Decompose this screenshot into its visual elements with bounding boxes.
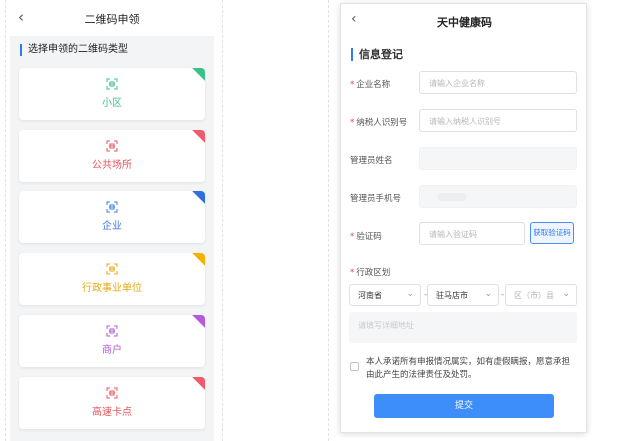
qr-type-card[interactable]: 企业 bbox=[19, 191, 205, 243]
section-title: 信息登记 bbox=[351, 48, 403, 61]
province-value: 河南省 bbox=[358, 291, 382, 300]
qr-code-icon bbox=[106, 201, 118, 213]
admin-name-field bbox=[419, 147, 577, 170]
label-text: 验证码 bbox=[356, 232, 382, 242]
agree-checkbox[interactable] bbox=[350, 362, 359, 371]
company-name-input[interactable]: 请输入企业名称 bbox=[419, 71, 577, 94]
county-value: 区（市）县 bbox=[514, 291, 554, 300]
required-mark: * bbox=[350, 232, 355, 242]
label-text: 企业名称 bbox=[356, 80, 391, 90]
qr-type-label: 公共场所 bbox=[92, 160, 132, 171]
qr-type-label: 小区 bbox=[102, 98, 122, 109]
verify-code-input[interactable]: 请输入验证码 bbox=[419, 222, 525, 245]
qr-code-icon bbox=[106, 325, 118, 337]
admin-phone-label: 管理员手机号 bbox=[350, 194, 402, 204]
qr-type-label: 高速卡点 bbox=[92, 407, 132, 418]
qr-code-icon bbox=[106, 140, 118, 152]
agreement-text: 本人承诺所有申报情况属实，如有虚假瞒报，愿意承担由此产生的法律责任及处罚。 bbox=[366, 357, 571, 380]
corner-tag-icon bbox=[192, 253, 205, 266]
qr-type-card[interactable]: 商户 bbox=[19, 315, 205, 367]
chevron-down-icon: ⌄ bbox=[406, 289, 414, 299]
qr-type-label: 商户 bbox=[102, 345, 122, 356]
address-input[interactable]: 请填写详细地址 bbox=[349, 312, 577, 343]
chevron-down-icon: ⌄ bbox=[484, 289, 492, 299]
section-title: 选择申领的二维码类型 bbox=[20, 44, 128, 56]
city-select[interactable]: 驻马店市 ⌄ bbox=[427, 284, 499, 306]
get-code-button[interactable]: 获取验证码 bbox=[530, 222, 574, 244]
page: ‹ 二维码申领 选择申领的二维码类型 小区 公共场所 企业 行政事业单位 商户 高速卡点 … bbox=[0, 0, 640, 441]
separator: - bbox=[501, 290, 505, 300]
label-text: 纳税人识别号 bbox=[356, 118, 408, 128]
qr-code-icon bbox=[106, 263, 118, 275]
corner-tag-icon bbox=[192, 68, 205, 81]
corner-tag-icon bbox=[192, 191, 205, 204]
qr-type-card[interactable]: 小区 bbox=[19, 68, 205, 120]
qr-type-card[interactable]: 公共场所 bbox=[19, 130, 205, 182]
tax-id-input[interactable]: 请输入纳税人识别号 bbox=[419, 109, 577, 132]
admin-phone-field bbox=[419, 185, 577, 208]
guide-line bbox=[222, 0, 223, 441]
page-title: 二维码申领 bbox=[84, 13, 140, 26]
city-value: 驻马店市 bbox=[436, 291, 468, 300]
chevron-down-icon: ⌄ bbox=[562, 289, 570, 299]
corner-tag-icon bbox=[192, 315, 205, 328]
guide-line bbox=[328, 0, 329, 441]
corner-tag-icon bbox=[192, 130, 205, 143]
page-title: 天中健康码 bbox=[437, 16, 492, 29]
county-select[interactable]: 区（市）县 ⌄ bbox=[505, 284, 577, 306]
province-select[interactable]: 河南省 ⌄ bbox=[349, 284, 421, 306]
qr-type-label: 行政事业单位 bbox=[82, 283, 142, 294]
left-header: ‹ 二维码申领 bbox=[10, 0, 214, 36]
qr-code-icon bbox=[106, 78, 118, 90]
required-mark: * bbox=[350, 80, 355, 90]
qr-type-card[interactable]: 高速卡点 bbox=[19, 377, 205, 429]
region-label: * 行政区划 bbox=[350, 266, 390, 278]
qr-type-card[interactable]: 行政事业单位 bbox=[19, 253, 205, 305]
required-mark: * bbox=[350, 268, 355, 278]
submit-button[interactable]: 提交 bbox=[374, 394, 554, 418]
masked-phone bbox=[438, 193, 466, 201]
qr-type-label: 企业 bbox=[102, 221, 122, 232]
verify-code-label: * 验证码 bbox=[350, 230, 382, 242]
qr-code-icon bbox=[106, 387, 118, 399]
company-name-label: * 企业名称 bbox=[350, 78, 390, 90]
corner-tag-icon bbox=[192, 377, 205, 390]
register-form-panel: ‹ 天中健康码 信息登记 * 企业名称 请输入企业名称 * 纳税人识别号 请输入纳税… bbox=[340, 3, 587, 433]
required-mark: * bbox=[350, 118, 355, 128]
tax-id-label: * 纳税人识别号 bbox=[350, 116, 407, 128]
guide-line bbox=[5, 0, 6, 441]
label-text: 行政区划 bbox=[356, 268, 391, 278]
admin-name-label: 管理员姓名 bbox=[350, 156, 393, 166]
